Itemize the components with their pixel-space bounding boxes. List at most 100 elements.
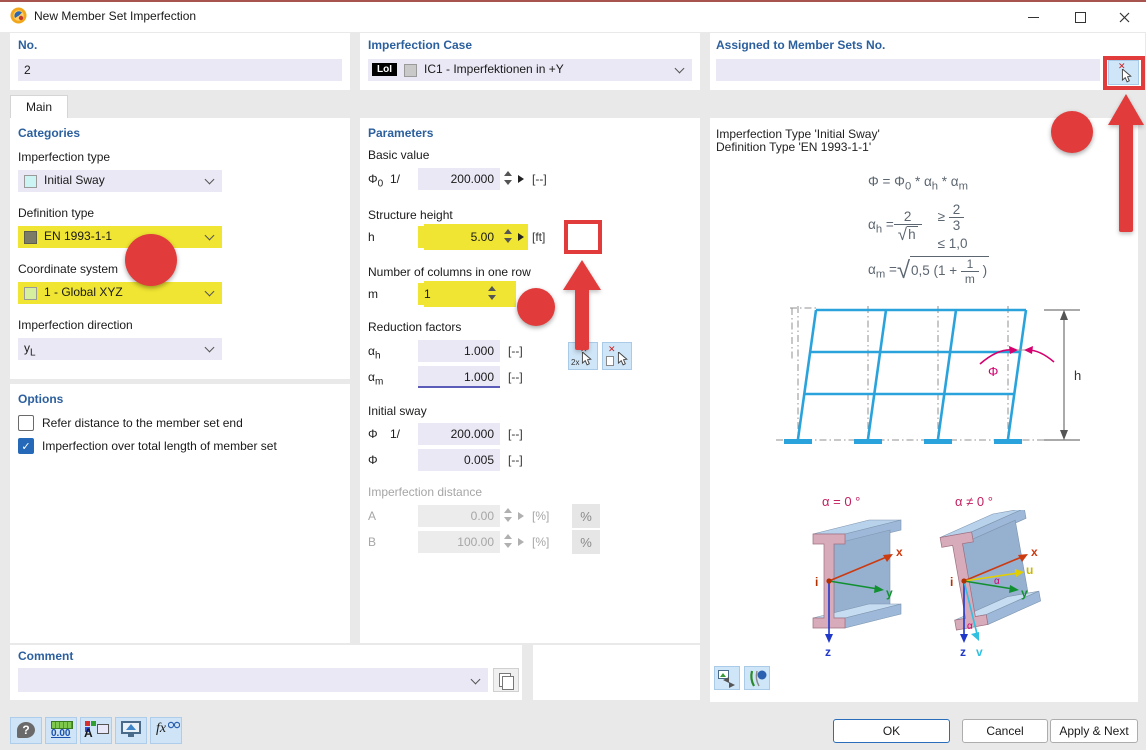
parameters-title: Parameters <box>368 126 433 140</box>
distance-a-unit: [%] <box>532 509 549 523</box>
initial-sway-label: Initial sway <box>368 404 427 418</box>
monitor-display-button[interactable] <box>115 717 147 744</box>
annotation-box-2x-button <box>564 220 602 254</box>
svg-text:y: y <box>1021 586 1028 600</box>
chevron-down-icon <box>205 287 215 297</box>
display-settings-button[interactable]: A <box>80 717 112 744</box>
distance-a-input[interactable]: 0.00 <box>418 505 500 527</box>
assigned-label: Assigned to Member Sets No. <box>716 38 885 52</box>
detail-arrow-icon[interactable] <box>518 538 524 546</box>
formula-editor-button[interactable]: fx <box>150 717 182 744</box>
categories-panel: Categories Imperfection type Initial Swa… <box>10 118 350 379</box>
swap-arrows-icon <box>721 676 737 689</box>
no-input[interactable]: 2 <box>18 59 342 81</box>
imperfection-case-groupbox: Imperfection Case LoI IC1 - Imperfektion… <box>360 33 700 90</box>
alpha-h-input[interactable]: 1.000 <box>418 340 500 362</box>
spinner[interactable] <box>504 229 514 245</box>
image-export-button[interactable] <box>714 666 740 690</box>
parameters-panel: Parameters Basic value Φ0 1/ 200.000 [--… <box>360 118 700 643</box>
structure-height-input[interactable]: 5.00 <box>418 226 500 248</box>
total-length-label: Imperfection over total length of member… <box>42 439 277 453</box>
annotation-arrow-2 <box>560 258 604 352</box>
imperfection-distance-label: Imperfection distance <box>368 485 482 499</box>
close-button[interactable] <box>1102 2 1146 32</box>
spin-down-icon <box>504 517 512 522</box>
coordinate-system-select[interactable]: 1 - Global XYZ <box>18 282 222 304</box>
imperfection-type-value: Initial Sway <box>44 173 105 187</box>
svg-text:i: i <box>950 575 953 589</box>
minimize-button[interactable] <box>1010 2 1056 32</box>
categories-title: Categories <box>18 126 80 140</box>
info-type-line: Imperfection Type 'Initial Sway' <box>716 127 880 141</box>
annotation-arrow-3 <box>1104 92 1146 234</box>
alpha-h-unit: [--] <box>508 344 523 358</box>
svg-text:α: α <box>994 576 1000 587</box>
svg-text:α: α <box>967 621 973 632</box>
basic-value-label: Basic value <box>368 148 429 162</box>
coordinate-system-value: 1 - Global XYZ <box>44 285 123 299</box>
phi-input[interactable]: 0.005 <box>418 449 500 471</box>
distance-b-unit: [%] <box>532 535 549 549</box>
phi0-symbol: Φ0 <box>368 172 383 189</box>
formula-phi: Φ = Φ0 * αh * αm <box>868 174 968 193</box>
detail-arrow-icon[interactable] <box>518 512 524 520</box>
cancel-button[interactable]: Cancel <box>962 719 1048 743</box>
assigned-input[interactable] <box>716 59 1100 81</box>
columns-input[interactable]: 1 <box>418 283 484 305</box>
detail-arrow-icon[interactable] <box>518 175 524 183</box>
phi-symbol: Φ <box>368 453 378 467</box>
definition-type-select[interactable]: EN 1993-1-1 <box>18 226 222 248</box>
distance-b-percent-button[interactable]: % <box>572 530 600 554</box>
maximize-button[interactable] <box>1057 2 1103 32</box>
alpha-zero-title: α = 0 ° <box>822 494 860 509</box>
tab-main-label: Main <box>26 100 52 114</box>
svg-text:h: h <box>1074 368 1081 383</box>
imperfection-type-swatch <box>24 175 37 188</box>
spin-up-icon <box>504 534 512 539</box>
refer-distance-checkbox[interactable] <box>18 415 34 431</box>
ok-button[interactable]: OK <box>833 719 950 743</box>
definition-type-value: EN 1993-1-1 <box>44 229 112 243</box>
spin-up-icon <box>504 508 512 513</box>
tab-main[interactable]: Main <box>10 95 68 118</box>
annotation-circle-3 <box>1051 111 1093 153</box>
alpha-m-input[interactable]: 1.000 <box>418 366 500 388</box>
apply-next-button[interactable]: Apply & Next <box>1050 719 1138 743</box>
distance-a-row: A 0.00 [%] % <box>368 505 698 529</box>
a-symbol: A <box>368 509 376 523</box>
svg-text:Φ: Φ <box>988 364 998 379</box>
units-settings-button[interactable]: 0.00 <box>45 717 77 744</box>
annotation-box-assigned-button <box>1103 56 1145 90</box>
phi-inv-input[interactable]: 200.000 <box>418 423 500 445</box>
chevron-down-icon <box>675 64 685 74</box>
basic-value-input[interactable]: 200.000 <box>418 168 500 190</box>
monitor-stand-icon <box>128 734 134 737</box>
comment-combobox[interactable] <box>18 668 488 692</box>
window-title: New Member Set Imperfection <box>34 9 196 23</box>
info-phone-button[interactable] <box>744 666 770 690</box>
fx-icon: fx <box>156 721 166 737</box>
total-length-checkbox[interactable]: ✓ <box>18 438 34 454</box>
imperfection-direction-select[interactable]: yL <box>18 338 222 360</box>
phone-info-icon <box>748 669 768 689</box>
spinner[interactable] <box>504 534 514 550</box>
copy-comment-button[interactable] <box>493 668 519 692</box>
m-symbol: m <box>368 287 378 301</box>
help-button[interactable]: ? <box>10 717 42 744</box>
assigned-groupbox: Assigned to Member Sets No. ✕ <box>710 33 1145 90</box>
imperfection-case-select[interactable]: LoI IC1 - Imperfektionen in +Y <box>368 59 692 81</box>
formula-alpha-m: αm = √ 0,5 (1 + 1m ) <box>868 256 989 286</box>
imperfection-case-label: Imperfection Case <box>368 38 472 52</box>
spinner[interactable] <box>504 171 514 187</box>
imperfection-type-select[interactable]: Initial Sway <box>18 170 222 192</box>
definition-type-label: Definition type <box>18 206 94 220</box>
distance-a-percent-button[interactable]: % <box>572 504 600 528</box>
spin-down-icon <box>504 180 512 185</box>
spinner[interactable] <box>504 508 514 524</box>
detail-arrow-icon[interactable] <box>518 233 524 241</box>
units-text: 0.00 <box>51 728 70 739</box>
spinner[interactable] <box>488 286 498 302</box>
distance-b-input[interactable]: 100.00 <box>418 531 500 553</box>
new-member-set-imperfection-dialog: New Member Set Imperfection No. 2 Imperf… <box>0 0 1146 750</box>
refer-distance-row: Refer distance to the member set end <box>18 414 243 432</box>
